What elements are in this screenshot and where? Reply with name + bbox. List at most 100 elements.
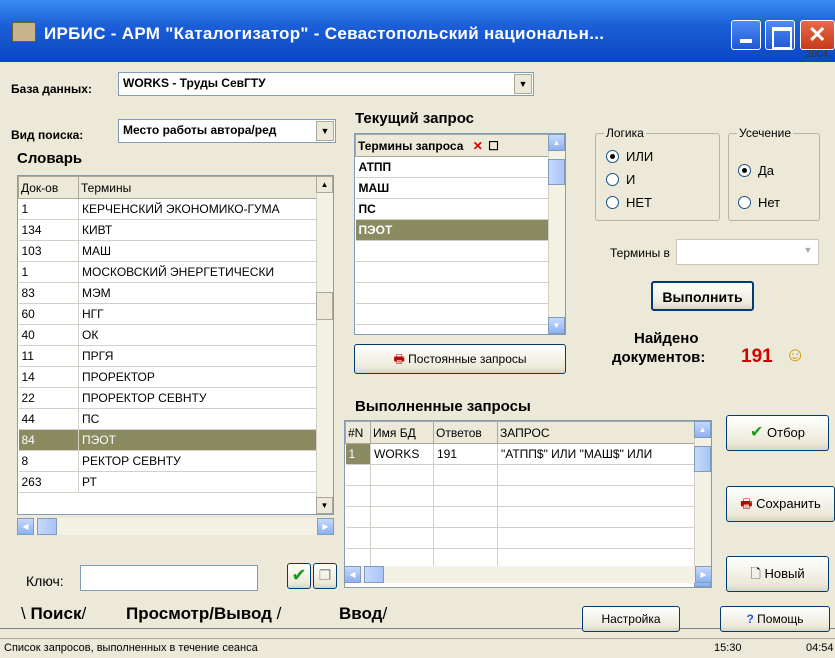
table-row[interactable]: 14 ПРОРЕКТОР bbox=[18, 366, 318, 388]
chevron-down-icon[interactable]: ▼ bbox=[316, 121, 334, 141]
term-cell[interactable]: КИВТ bbox=[78, 219, 318, 241]
column-header-count[interactable]: Док-ов bbox=[18, 176, 79, 199]
executed-query-cell[interactable]: "АТПП$" ИЛИ "МАШ$" ИЛИ bbox=[497, 443, 696, 465]
table-row[interactable]: 83 МЭМ bbox=[18, 282, 318, 304]
query-vscroll[interactable]: ▲ ▼ bbox=[548, 134, 565, 334]
table-row[interactable]: 44 ПС bbox=[18, 408, 318, 430]
list-item[interactable]: МАШ bbox=[355, 177, 550, 199]
term-cell[interactable]: ПРГЯ bbox=[78, 345, 318, 367]
query-term-cell[interactable] bbox=[355, 240, 550, 262]
logic-and-label[interactable]: И bbox=[626, 172, 635, 187]
executed-query-cell[interactable] bbox=[497, 506, 696, 528]
select-button[interactable]: ✔ Отбор bbox=[726, 415, 829, 451]
help-button[interactable]: ? Помощь bbox=[720, 606, 830, 632]
save-button[interactable]: 🖶 Сохранить bbox=[726, 486, 835, 522]
query-term-cell[interactable]: АТПП bbox=[355, 156, 550, 178]
executed-db-cell[interactable] bbox=[370, 485, 434, 507]
executed-n-cell[interactable] bbox=[345, 464, 371, 486]
term-cell[interactable]: КЕРЧЕНСКИЙ ЭКОНОМИКО-ГУМА bbox=[78, 198, 318, 220]
doc-count-cell[interactable]: 22 bbox=[18, 387, 79, 409]
executed-answers-cell[interactable]: 191 bbox=[433, 443, 498, 465]
executed-db-cell[interactable] bbox=[370, 506, 434, 528]
column-header-terms[interactable]: Термины bbox=[78, 176, 318, 199]
scroll-down-icon[interactable]: ▼ bbox=[548, 317, 565, 334]
maximize-button[interactable] bbox=[765, 20, 795, 50]
logic-and-radio[interactable] bbox=[606, 173, 619, 186]
executed-db-cell[interactable] bbox=[370, 527, 434, 549]
executed-queries-grid[interactable]: #N Имя БД Ответов ЗАПРОС 1 WORKS 191 "АТПП$… bbox=[344, 420, 712, 588]
table-row[interactable]: 1 МОСКОВСКИЙ ЭНЕРГЕТИЧЕСКИ bbox=[18, 261, 318, 283]
table-row[interactable] bbox=[345, 464, 696, 486]
executed-query-cell[interactable] bbox=[497, 464, 696, 486]
executed-db-cell[interactable] bbox=[370, 464, 434, 486]
doc-count-cell[interactable]: 11 bbox=[18, 345, 79, 367]
permanent-queries-button[interactable]: 🖶 Постоянные запросы bbox=[354, 344, 566, 374]
scroll-up-icon[interactable]: ▲ bbox=[694, 421, 711, 438]
executed-answers-cell[interactable] bbox=[433, 506, 498, 528]
executed-hscroll[interactable]: ◀ ▶ bbox=[344, 566, 712, 583]
chevron-down-icon[interactable]: ▼ bbox=[514, 74, 532, 94]
query-term-cell[interactable] bbox=[355, 261, 550, 283]
logic-or-label[interactable]: ИЛИ bbox=[626, 149, 653, 164]
truncation-yes-label[interactable]: Да bbox=[758, 163, 774, 178]
truncation-no-radio[interactable] bbox=[738, 196, 751, 209]
executed-n-cell[interactable] bbox=[345, 527, 371, 549]
term-cell[interactable]: МОСКОВСКИЙ ЭНЕРГЕТИЧЕСКИ bbox=[78, 261, 318, 283]
doc-count-cell[interactable]: 134 bbox=[18, 219, 79, 241]
minimize-button[interactable] bbox=[731, 20, 761, 50]
table-row[interactable]: 8 РЕКТОР СЕВНТУ bbox=[18, 450, 318, 472]
terms-in-select[interactable]: ▼ bbox=[676, 239, 819, 265]
list-item[interactable] bbox=[355, 282, 550, 304]
table-row[interactable]: 134 КИВТ bbox=[18, 219, 318, 241]
logic-not-label[interactable]: НЕТ bbox=[626, 195, 652, 210]
scroll-right-icon[interactable]: ▶ bbox=[695, 566, 712, 583]
dictionary-hscroll[interactable]: ◀ ▶ bbox=[17, 518, 334, 535]
doc-count-cell[interactable]: 83 bbox=[18, 282, 79, 304]
executed-n-cell[interactable] bbox=[345, 506, 371, 528]
new-button[interactable]: 🗋 Новый bbox=[726, 556, 829, 592]
clear-icon[interactable]: ☐ bbox=[488, 139, 499, 153]
table-row[interactable]: 103 МАШ bbox=[18, 240, 318, 262]
execute-button[interactable]: Выполнить bbox=[651, 281, 754, 311]
table-row[interactable]: 263 РТ bbox=[18, 471, 318, 493]
scroll-thumb[interactable] bbox=[37, 518, 57, 535]
table-row[interactable]: 1 КЕРЧЕНСКИЙ ЭКОНОМИКО-ГУМА bbox=[18, 198, 318, 220]
doc-count-cell[interactable]: 1 bbox=[18, 198, 79, 220]
table-row[interactable] bbox=[345, 506, 696, 528]
term-cell[interactable]: ПРОРЕКТОР bbox=[78, 366, 318, 388]
list-item[interactable]: ПС bbox=[355, 198, 550, 220]
executed-n-cell[interactable] bbox=[345, 485, 371, 507]
tab-search[interactable]: \ Поиск/ bbox=[15, 604, 93, 624]
executed-query-cell[interactable] bbox=[497, 527, 696, 549]
term-cell[interactable]: РТ bbox=[78, 471, 318, 493]
scroll-up-icon[interactable]: ▲ bbox=[548, 134, 565, 151]
table-row[interactable]: 22 ПРОРЕКТОР СЕВНТУ bbox=[18, 387, 318, 409]
executed-db-cell[interactable]: WORKS bbox=[370, 443, 434, 465]
list-item[interactable]: АТПП bbox=[355, 156, 550, 178]
doc-count-cell[interactable]: 263 bbox=[18, 471, 79, 493]
column-header-db[interactable]: Имя БД bbox=[370, 421, 434, 444]
executed-vscroll[interactable]: ▲ ▼ bbox=[694, 421, 711, 587]
term-cell[interactable]: ПС bbox=[78, 408, 318, 430]
term-cell[interactable]: ПРОРЕКТОР СЕВНТУ bbox=[78, 387, 318, 409]
list-item[interactable] bbox=[355, 303, 550, 325]
doc-count-cell[interactable]: 40 bbox=[18, 324, 79, 346]
column-header-query[interactable]: ЗАПРОС bbox=[497, 421, 696, 444]
list-item[interactable]: ПЭОТ bbox=[355, 219, 550, 241]
doc-count-cell[interactable]: 44 bbox=[18, 408, 79, 430]
executed-answers-cell[interactable] bbox=[433, 527, 498, 549]
logic-not-radio[interactable] bbox=[606, 196, 619, 209]
term-cell[interactable]: МАШ bbox=[78, 240, 318, 262]
table-row[interactable]: 84 ПЭОТ bbox=[18, 429, 318, 451]
scroll-thumb[interactable] bbox=[316, 292, 333, 320]
executed-answers-cell[interactable] bbox=[433, 485, 498, 507]
search-type-select[interactable]: Место работы автора/ред ▼ bbox=[118, 119, 336, 143]
query-term-cell[interactable] bbox=[355, 303, 550, 325]
scroll-thumb[interactable] bbox=[694, 446, 711, 472]
table-row[interactable]: 11 ПРГЯ bbox=[18, 345, 318, 367]
scroll-left-icon[interactable]: ◀ bbox=[344, 566, 361, 583]
table-row[interactable]: 1 WORKS 191 "АТПП$" ИЛИ "МАШ$" ИЛИ bbox=[345, 443, 696, 465]
term-cell[interactable]: ПЭОТ bbox=[78, 429, 318, 451]
dictionary-vscroll[interactable]: ▲ ▼ bbox=[316, 176, 333, 514]
list-item[interactable] bbox=[355, 261, 550, 283]
